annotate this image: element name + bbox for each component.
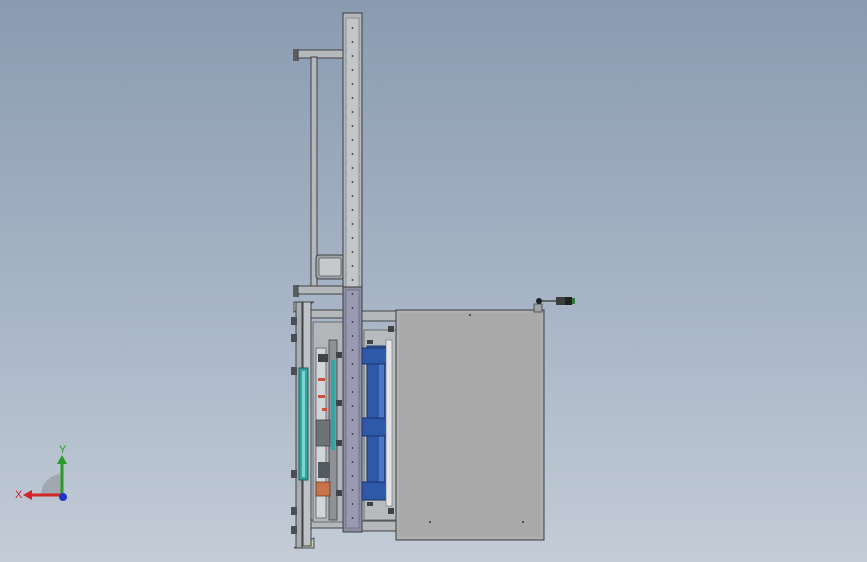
column-hole bbox=[351, 181, 354, 183]
column-hole bbox=[351, 167, 354, 169]
triad-plane bbox=[41, 474, 62, 495]
column-hole bbox=[351, 391, 354, 393]
column-hole bbox=[351, 349, 354, 351]
column-hole bbox=[351, 139, 354, 141]
inner-mechanism bbox=[312, 321, 346, 523]
column-hole bbox=[351, 237, 354, 239]
column-hole bbox=[351, 27, 354, 29]
column-hole bbox=[351, 503, 354, 505]
column-hole bbox=[351, 265, 354, 267]
column-hole bbox=[351, 447, 354, 449]
y-axis-label: Y bbox=[59, 444, 67, 456]
column-hole bbox=[351, 209, 354, 211]
column-hole bbox=[351, 251, 354, 253]
column-hole bbox=[351, 41, 354, 43]
clamp-assembly bbox=[361, 310, 399, 532]
column-hole bbox=[351, 111, 354, 113]
column-hole bbox=[351, 405, 354, 407]
side-panel[interactable] bbox=[395, 303, 545, 541]
column-hole bbox=[351, 55, 354, 57]
column-hole bbox=[351, 223, 354, 225]
column-hole bbox=[351, 125, 354, 127]
column-hole bbox=[351, 307, 354, 309]
column-hole bbox=[351, 475, 354, 477]
column-hole bbox=[351, 195, 354, 197]
column-hole bbox=[351, 279, 354, 281]
column-hole bbox=[351, 489, 354, 491]
column-hole bbox=[351, 517, 354, 519]
vertical-column[interactable] bbox=[342, 12, 363, 533]
axis-triad: Y X bbox=[15, 444, 67, 501]
column-hole bbox=[351, 335, 354, 337]
column-hole bbox=[351, 363, 354, 365]
x-arrow-icon bbox=[23, 490, 32, 500]
z-axis-dot bbox=[59, 493, 67, 501]
column-hole bbox=[351, 321, 354, 323]
x-axis-label: X bbox=[15, 489, 23, 501]
column-hole bbox=[351, 419, 354, 421]
y-arrow-icon bbox=[57, 455, 67, 464]
column-hole bbox=[351, 433, 354, 435]
cad-viewport[interactable]: Y X bbox=[0, 0, 867, 562]
column-hole bbox=[351, 153, 354, 155]
column-hole bbox=[351, 69, 354, 71]
column-hole bbox=[351, 97, 354, 99]
machine-model[interactable] bbox=[0, 0, 867, 562]
column-hole bbox=[351, 461, 354, 463]
column-hole bbox=[351, 83, 354, 85]
column-hole bbox=[351, 293, 354, 295]
column-hole bbox=[351, 377, 354, 379]
